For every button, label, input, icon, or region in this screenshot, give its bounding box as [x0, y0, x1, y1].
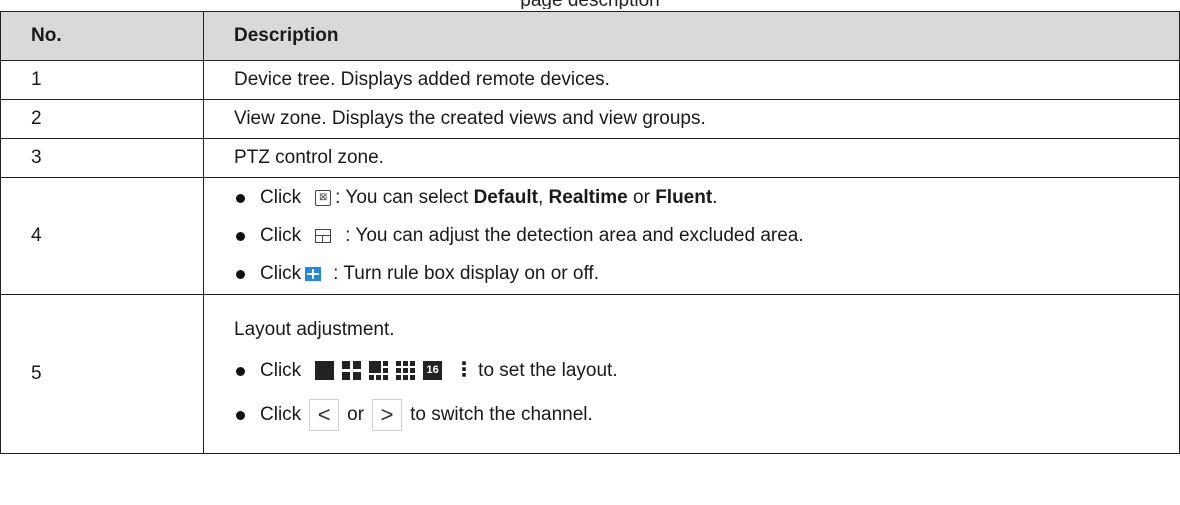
bullet-text: : Turn rule box display on or off. [333, 263, 599, 284]
row-number: 2 [0, 99, 204, 139]
bullet-text: to set the layout. [478, 360, 618, 381]
description-table: No. Description 1 Device tree. Displays … [0, 11, 1180, 454]
detection-area-icon[interactable] [315, 228, 332, 243]
click-label: Click [260, 404, 302, 425]
layout-4-icon[interactable] [342, 361, 362, 381]
next-channel-button[interactable]: > [372, 398, 403, 431]
page-caption: page description [0, 0, 1180, 9]
separator: , [537, 187, 549, 208]
bullet-text: : You can select [335, 187, 474, 208]
table-row: 1 Device tree. Displays added remote dev… [0, 60, 1180, 100]
row-description: View zone. Displays the created views an… [203, 99, 1180, 139]
row-number: 5 [0, 294, 204, 454]
layout-1-icon[interactable] [315, 361, 335, 381]
row-number: 4 [0, 177, 204, 295]
stream-type-icon[interactable]: ⊠ [315, 189, 332, 206]
bullet-list: Click ⊠: You can select Default, Realtime… [234, 179, 1179, 293]
click-label: Click [260, 225, 302, 246]
row-number: 1 [0, 60, 204, 100]
list-item: Click 16 ⋮ to set the layout. [234, 349, 1179, 393]
row-number: 3 [0, 138, 204, 178]
list-item: Click < or > to switch the channel. [234, 393, 1179, 437]
row-description: PTZ control zone. [203, 138, 1180, 178]
layout-16-icon[interactable]: 16 [423, 361, 443, 381]
layout-intro: Layout adjustment. [234, 319, 395, 340]
period: . [712, 187, 718, 208]
keyword-fluent: Fluent [655, 187, 713, 208]
layout-9-icon[interactable] [396, 361, 416, 381]
row-description: Click ⊠: You can select Default, Realtime… [203, 177, 1180, 295]
table-row: 5 Layout adjustment. Click 16 ⋮ to set the … [0, 294, 1180, 454]
header-description: Description [203, 11, 1180, 61]
keyword-default: Default [473, 187, 538, 208]
bullet-text: to switch the channel. [410, 404, 593, 425]
bullet-text: : You can adjust the detection area and … [345, 225, 804, 246]
previous-channel-button[interactable]: < [309, 398, 340, 431]
rule-box-icon[interactable] [305, 266, 322, 281]
separator: or [627, 187, 656, 208]
row-description: Layout adjustment. Click 16 ⋮ to set the la… [203, 294, 1180, 454]
more-icon[interactable]: ⋮ [454, 360, 474, 380]
click-label: Click [260, 187, 302, 208]
click-label: Click [260, 360, 302, 381]
list-item: Click ⊠: You can select Default, Realtime… [234, 179, 1179, 217]
table-row: 4 Click ⊠: You can select Default, Realti… [0, 177, 1180, 295]
table-row: 2 View zone. Displays the created views … [0, 99, 1180, 139]
table-row: 3 PTZ control zone. [0, 138, 1180, 178]
header-no: No. [0, 11, 204, 61]
table-header-row: No. Description [0, 11, 1180, 61]
bullet-list: Click 16 ⋮ to set the layout. Click < or > to s… [234, 349, 1179, 437]
row-description: Device tree. Displays added remote devic… [203, 60, 1180, 100]
click-label: Click [260, 263, 302, 284]
layout-6-icon[interactable] [369, 361, 389, 381]
or-label: or [347, 404, 365, 425]
list-item: Click : Turn rule box display on or off. [234, 255, 1179, 293]
list-item: Click : You can adjust the detection area… [234, 217, 1179, 255]
keyword-realtime: Realtime [548, 187, 628, 208]
